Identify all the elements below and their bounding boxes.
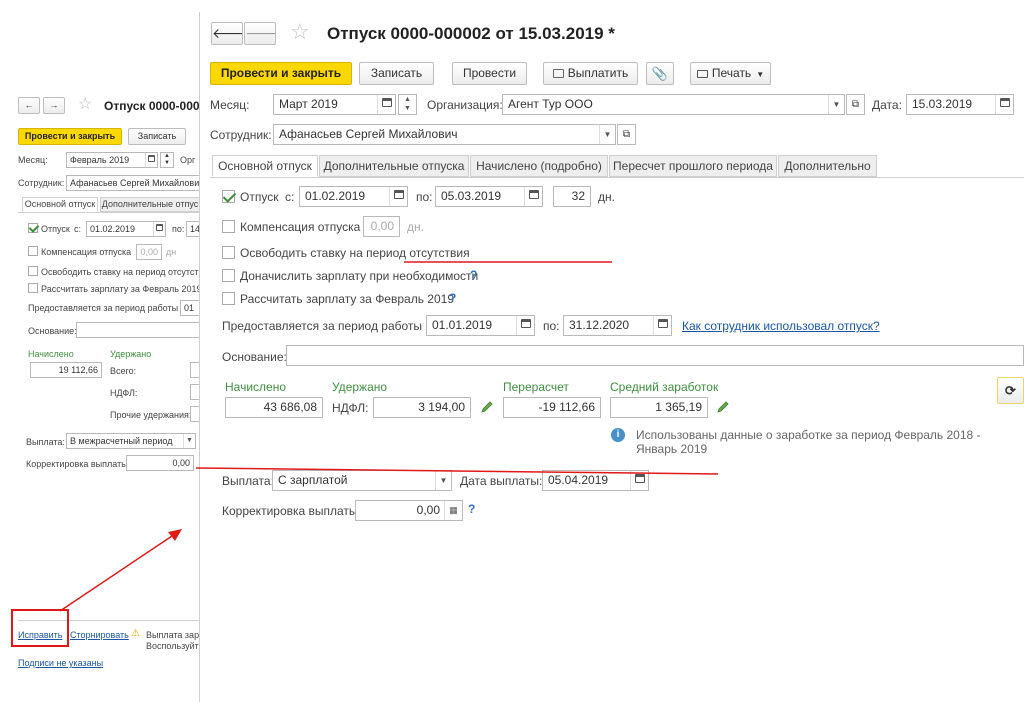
annotation-box-fix-link (11, 609, 69, 647)
annotation-arrowhead (168, 529, 182, 541)
annotation-arrow (59, 531, 179, 612)
annotation-underline-payment (195, 467, 719, 475)
annotation-overlay (11, 261, 719, 647)
